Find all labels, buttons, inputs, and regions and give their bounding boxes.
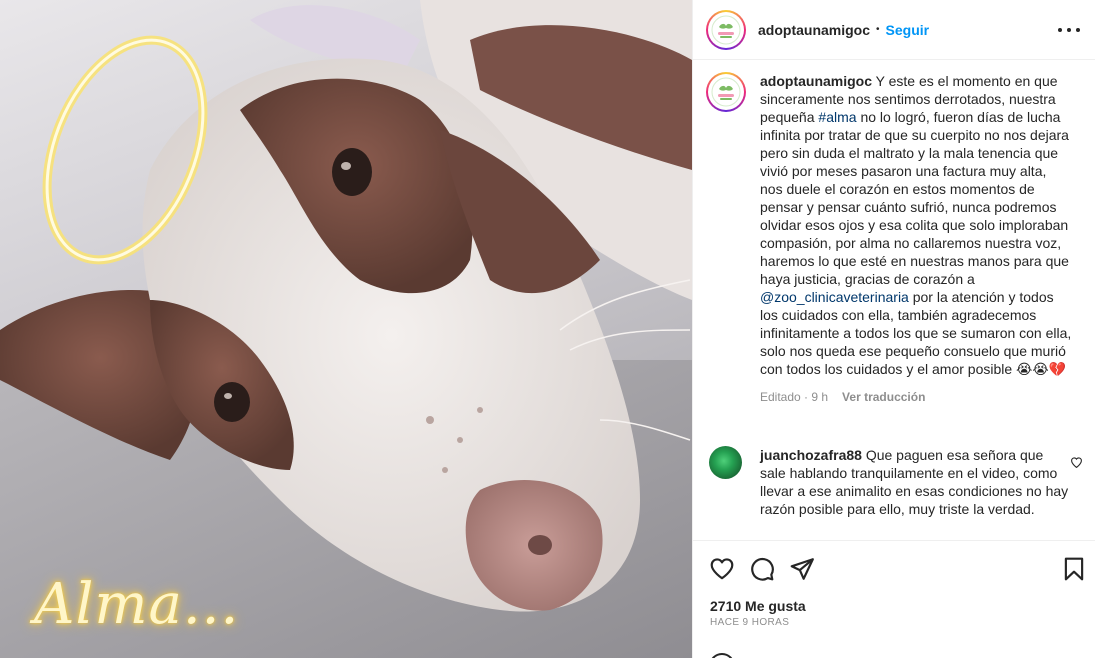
caption-username[interactable]: adoptaunamigoc bbox=[760, 73, 872, 89]
post-header: adoptaunamigoc • Seguir bbox=[693, 0, 1095, 60]
emoji-icon[interactable] bbox=[709, 653, 735, 658]
comment-item: juanchozafra88 Que paguen esa señora que… bbox=[709, 446, 1085, 518]
post-timestamp[interactable]: HACE 9 HORAS bbox=[710, 617, 789, 628]
mention-link[interactable]: @zoo_clinicaveterinaria bbox=[760, 289, 909, 305]
avatar[interactable] bbox=[706, 9, 746, 50]
see-translation-button[interactable]: Ver traducción bbox=[842, 388, 925, 406]
dog-photo bbox=[0, 0, 692, 658]
caption-text: adoptaunamigoc Y este es el momento en q… bbox=[760, 72, 1072, 406]
post-caption: adoptaunamigoc Y este es el momento en q… bbox=[706, 72, 1086, 406]
heart-icon[interactable] bbox=[709, 556, 735, 582]
caption-avatar[interactable] bbox=[706, 72, 746, 112]
profile-logo-icon bbox=[711, 15, 741, 44]
post-sidebar: adoptaunamigoc • Seguir adoptaunamigoc Y… bbox=[692, 0, 1095, 658]
more-options-button[interactable] bbox=[1058, 20, 1080, 40]
header-username[interactable]: adoptaunamigoc bbox=[758, 22, 870, 38]
share-icon[interactable] bbox=[789, 556, 815, 582]
post-image[interactable]: Alma... bbox=[0, 0, 692, 658]
edited-timestamp: Editado · 9 h bbox=[760, 390, 829, 404]
more-icon bbox=[1058, 28, 1062, 32]
action-icons-row bbox=[709, 556, 1087, 582]
commenter-avatar[interactable] bbox=[709, 446, 742, 479]
comment-heart-icon[interactable] bbox=[1070, 456, 1083, 469]
comment-text: juanchozafra88 Que paguen esa señora que… bbox=[760, 446, 1072, 518]
hashtag-link[interactable]: #alma bbox=[818, 109, 856, 125]
post-actions: 2710 Me gusta HACE 9 HORAS bbox=[693, 540, 1095, 658]
follow-button[interactable]: Seguir bbox=[886, 22, 930, 38]
save-icon[interactable] bbox=[1061, 556, 1087, 582]
likes-count[interactable]: 2710 Me gusta bbox=[710, 598, 806, 614]
caption-meta: Editado · 9 h Ver traducción bbox=[760, 388, 1072, 406]
caption-text-part2: no lo logró, fueron días de lucha infini… bbox=[760, 109, 1069, 287]
commenter-username[interactable]: juanchozafra88 bbox=[760, 447, 862, 463]
header-separator: • bbox=[876, 24, 880, 35]
comment-icon[interactable] bbox=[749, 556, 775, 582]
photo-overlay-text: Alma... bbox=[34, 572, 240, 637]
profile-logo-icon bbox=[711, 77, 741, 107]
